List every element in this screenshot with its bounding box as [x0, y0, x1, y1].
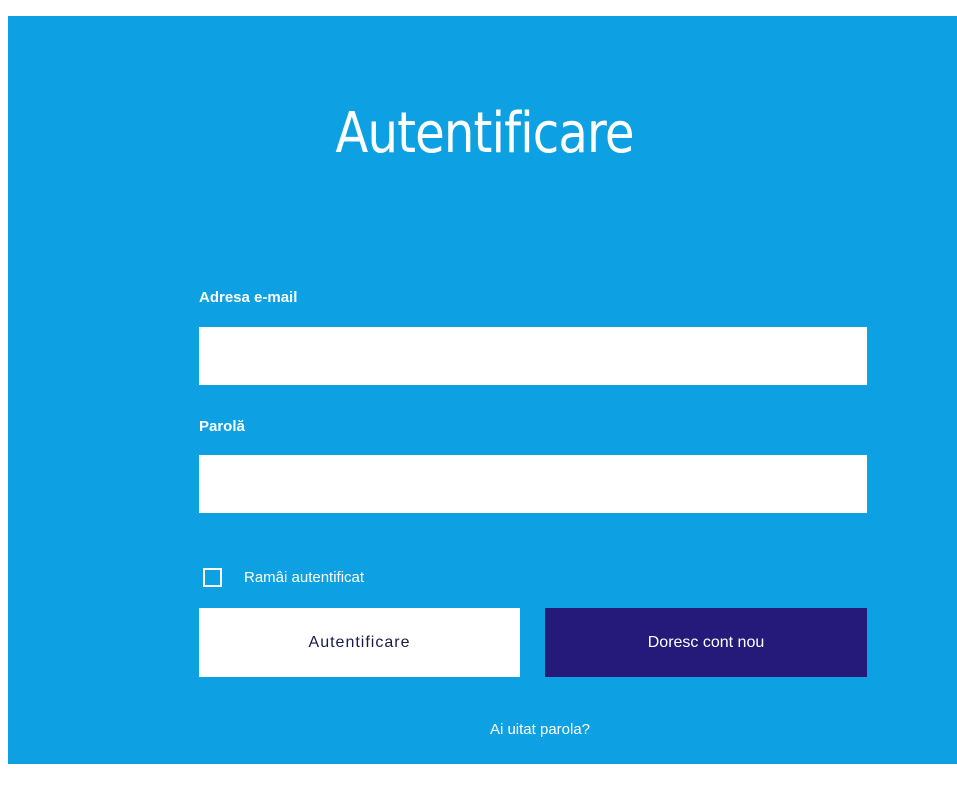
- remember-me-checkbox[interactable]: [203, 568, 222, 587]
- forgot-password-link[interactable]: Ai uitat parola?: [8, 721, 957, 738]
- login-panel: Autentificare Adresa e-mail Parolă Ramâi…: [8, 16, 957, 764]
- email-label: Adresa e-mail: [199, 289, 298, 306]
- create-account-button[interactable]: Doresc cont nou: [545, 608, 867, 677]
- remember-me-label: Ramâi autentificat: [244, 569, 365, 586]
- password-field[interactable]: [199, 455, 867, 513]
- login-button[interactable]: Autentificare: [199, 608, 520, 677]
- email-field[interactable]: [199, 327, 867, 385]
- remember-me-toggle[interactable]: Ramâi autentificat: [203, 568, 364, 587]
- page-title: Autentificare: [335, 101, 634, 166]
- password-label: Parolă: [199, 418, 245, 435]
